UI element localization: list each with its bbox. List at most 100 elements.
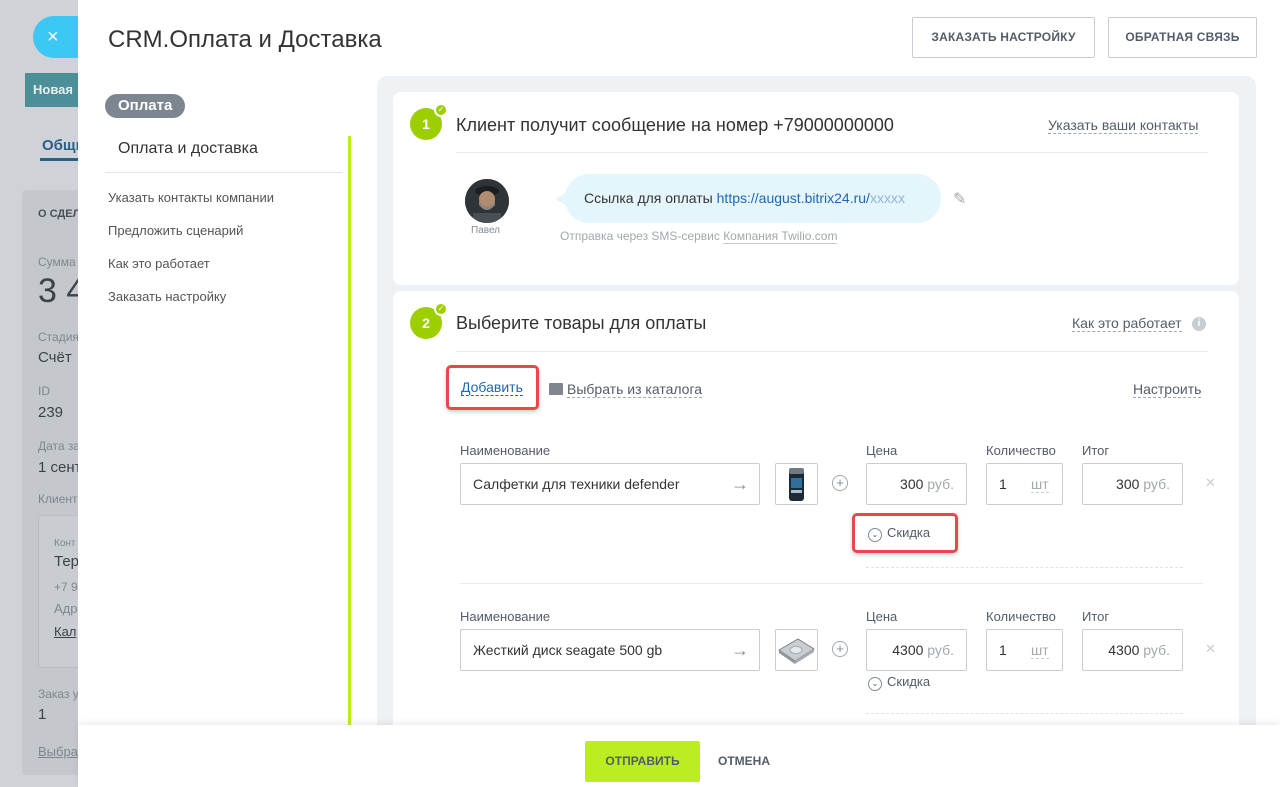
order-setup-button[interactable]: ЗАКАЗАТЬ НАСТРОЙКУ — [912, 17, 1095, 58]
info-icon[interactable]: i — [1192, 317, 1206, 331]
field-value: 239 — [38, 404, 64, 421]
wipes-canister-icon — [789, 468, 804, 501]
total-value: 300 — [1116, 476, 1140, 492]
avatar — [465, 179, 509, 223]
tab-underline — [40, 158, 78, 161]
discount-highlight[interactable]: ⌄ Скидка — [852, 513, 958, 553]
contact-address: Адр — [54, 601, 78, 616]
sms-provider-link[interactable]: Компания Twilio.com — [723, 229, 838, 244]
product-name: Жесткий диск seagate 500 gb — [473, 642, 663, 658]
step-number-badge: 1 ✓ — [410, 103, 448, 140]
close-icon: × — [47, 26, 59, 48]
add-product-link[interactable]: Добавить — [461, 379, 523, 396]
card-divider — [456, 351, 1208, 352]
column-label-total: Итог — [1082, 443, 1110, 458]
contact-link[interactable]: Кал — [54, 624, 76, 639]
configure-link[interactable]: Настроить — [1133, 381, 1202, 398]
discount-toggle[interactable]: ⌄ Скидка — [868, 674, 930, 691]
column-label-price: Цена — [866, 443, 898, 458]
step-progress-line — [348, 136, 351, 736]
discount-label: Скидка — [887, 674, 931, 689]
catalog-label: Выбрать из каталога — [567, 381, 703, 398]
discount-divider — [866, 713, 1183, 714]
send-button[interactable]: ОТПРАВИТЬ — [585, 741, 700, 782]
add-image-icon[interactable]: + — [832, 641, 848, 657]
deal-status-badge: Новая — [25, 73, 78, 107]
total-value: 4300 — [1108, 642, 1140, 658]
how-it-works-link[interactable]: Как это работает — [1072, 315, 1182, 332]
currency-label: руб. — [1143, 476, 1170, 492]
contact-label: Конт — [54, 538, 76, 549]
chevron-down-icon: ⌄ — [868, 677, 882, 691]
product-name-input[interactable]: Салфетки для техники defender → — [460, 463, 760, 505]
sms-message-bubble: Ссылка для оплаты https://august.bitrix2… — [555, 174, 941, 223]
contact-name: Тер — [54, 553, 80, 570]
quantity-input[interactable]: 1 шт — [986, 629, 1063, 671]
add-image-icon[interactable]: + — [832, 475, 848, 491]
unit-selector[interactable]: шт — [1031, 476, 1049, 493]
column-label-quantity: Количество — [986, 443, 1056, 458]
add-product-button[interactable]: Добавить — [446, 365, 539, 410]
product-name: Салфетки для техники defender — [473, 476, 680, 492]
chevron-down-icon: ⌄ — [868, 528, 882, 542]
menu-divider — [105, 172, 342, 173]
sms-service-prefix: Отправка через SMS-сервис — [560, 229, 724, 243]
menu-item-order-setup[interactable]: Заказать настройку — [108, 289, 226, 304]
menu-item-suggest-scenario[interactable]: Предложить сценарий — [108, 223, 243, 238]
price-input[interactable]: 4300 руб. — [866, 629, 967, 671]
sms-service-note: Отправка через SMS-сервис Компания Twili… — [560, 229, 838, 244]
avatar-name: Павел — [471, 225, 501, 236]
select-from-catalog-link[interactable]: Выбрать из каталога — [549, 381, 703, 398]
product-image[interactable] — [775, 463, 818, 505]
step-title: Выберите товары для оплаты — [456, 313, 707, 333]
book-icon — [549, 383, 563, 395]
cancel-button[interactable]: ОТМЕНА — [718, 741, 770, 782]
menu-item-company-contacts[interactable]: Указать контакты компании — [108, 190, 274, 205]
check-icon: ✓ — [434, 302, 448, 316]
slider-footer: ОТПРАВИТЬ ОТМЕНА — [78, 725, 1280, 787]
menu-group-payment[interactable]: Оплата — [105, 94, 186, 118]
payment-link-mask: xxxxx — [869, 190, 905, 206]
specify-contacts-link[interactable]: Указать ваши контакты — [1048, 117, 1199, 134]
user-photo-icon — [465, 179, 509, 223]
step-number-badge: 2 ✓ — [410, 302, 448, 339]
field-label: Дата за — [38, 439, 81, 453]
remove-product-icon[interactable]: ✕ — [1205, 475, 1216, 491]
product-image[interactable] — [775, 629, 818, 671]
quantity-value: 1 — [999, 642, 1007, 658]
feedback-button[interactable]: ОБРАТНАЯ СВЯЗЬ — [1108, 17, 1257, 58]
contact-phone: +7 9 — [54, 580, 78, 594]
discount-toggle[interactable]: ⌄ Скидка — [868, 525, 930, 542]
order-label: Заказ у — [38, 687, 79, 701]
field-label: Стадия — [38, 330, 79, 344]
order-select-link[interactable]: Выбра — [38, 744, 78, 759]
payment-delivery-slider: CRM.Оплата и Доставка ЗАКАЗАТЬ НАСТРОЙКУ… — [78, 0, 1280, 787]
quantity-value: 1 — [999, 476, 1007, 492]
discount-divider — [866, 567, 1183, 568]
arrow-right-icon[interactable]: → — [731, 630, 749, 670]
step-title: Клиент получит сообщение на номер +79000… — [456, 115, 894, 135]
row-divider — [460, 583, 1203, 584]
step-number: 1 — [422, 116, 430, 132]
quantity-input[interactable]: 1 шт — [986, 463, 1063, 505]
message-text: Ссылка для оплаты — [584, 190, 717, 206]
column-label-name: Наименование — [460, 443, 551, 458]
menu-item-how-it-works[interactable]: Как это работает — [108, 256, 210, 271]
currency-label: руб. — [1143, 642, 1170, 658]
page-title: CRM.Оплата и Доставка — [108, 26, 382, 53]
column-label-name: Наименование — [460, 609, 551, 624]
price-input[interactable]: 300 руб. — [866, 463, 967, 505]
product-name-input[interactable]: Жесткий диск seagate 500 gb → — [460, 629, 760, 671]
field-label: Сумма — [38, 255, 76, 269]
arrow-right-icon[interactable]: → — [731, 464, 749, 504]
step-select-products-card: 2 ✓ Выберите товары для оплаты Как это р… — [393, 291, 1239, 787]
menu-item-payment-delivery[interactable]: Оплата и доставка — [118, 140, 258, 158]
unit-selector[interactable]: шт — [1031, 642, 1049, 659]
column-label-price: Цена — [866, 609, 898, 624]
payment-link[interactable]: https://august.bitrix24.ru/ — [717, 190, 870, 206]
product-row: Наименование Цена Количество Итог Салфет… — [460, 443, 1216, 593]
step-client-message-card: 1 ✓ Клиент получит сообщение на номер +7… — [393, 92, 1239, 285]
content-area: 1 ✓ Клиент получит сообщение на номер +7… — [377, 76, 1256, 787]
edit-message-icon[interactable]: ✎ — [953, 189, 966, 209]
remove-product-icon[interactable]: ✕ — [1205, 641, 1216, 657]
